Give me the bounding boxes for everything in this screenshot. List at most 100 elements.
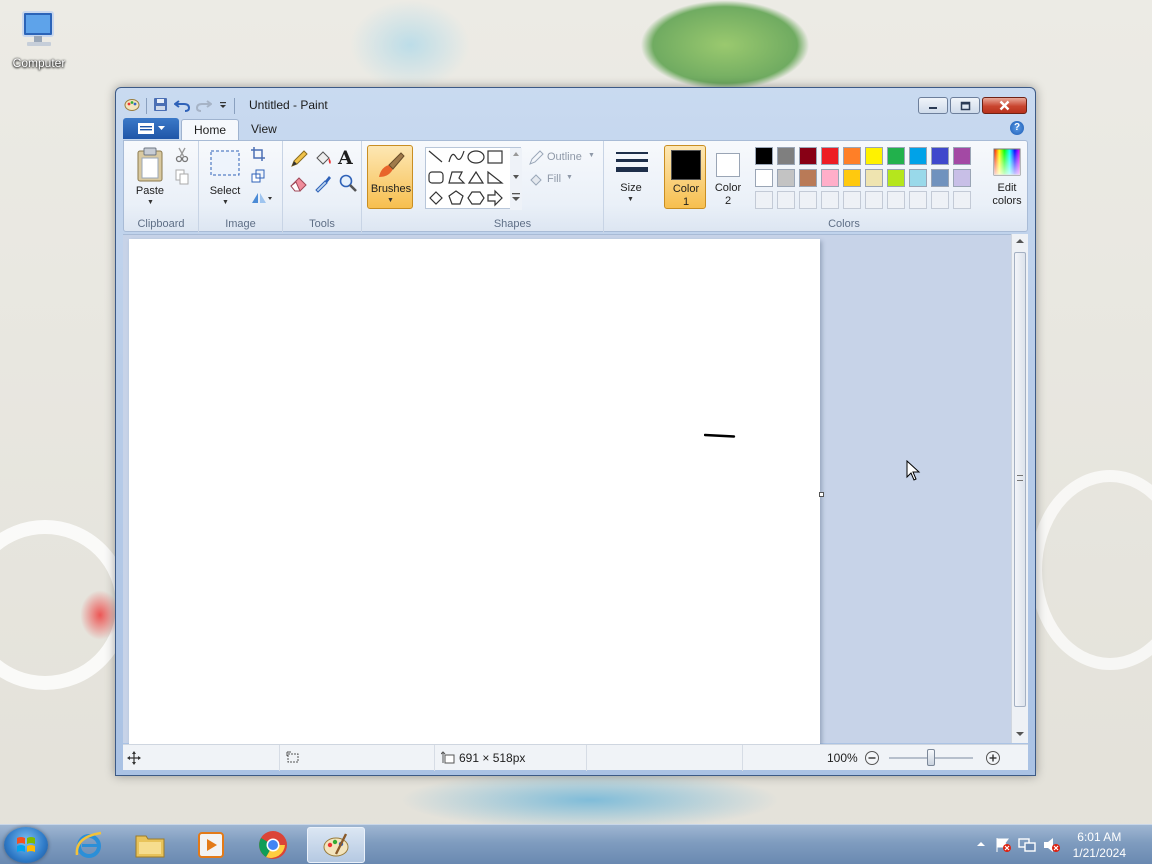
palette-swatch[interactable] [799,147,817,165]
line-shape-icon[interactable] [428,150,443,163]
custom-color-slot[interactable] [799,191,817,209]
tab-view[interactable]: View [239,119,289,141]
zoom-in-icon[interactable] [985,750,1001,766]
paint-app-icon[interactable] [124,96,140,115]
select-button[interactable] [209,149,241,180]
zoom-slider-thumb[interactable] [927,749,935,766]
scroll-down-icon[interactable] [1016,731,1024,737]
curve-shape-icon[interactable] [448,150,465,163]
palette-swatch[interactable] [755,147,773,165]
show-hidden-icons-icon[interactable] [977,841,985,847]
minimize-button[interactable] [918,97,948,114]
title-bar[interactable]: Untitled - Paint [116,88,1035,120]
palette-swatch[interactable] [887,169,905,187]
customize-qa-icon[interactable] [218,99,228,113]
resize-icon[interactable] [251,169,265,186]
palette-swatch[interactable] [843,169,861,187]
palette-swatch[interactable] [953,169,971,187]
palette-swatch[interactable] [777,147,795,165]
restore-button[interactable] [950,97,980,114]
copy-icon[interactable] [175,169,189,188]
cut-icon[interactable] [175,147,189,166]
brushes-button[interactable]: Brushes ▼ [367,145,413,209]
start-button[interactable] [4,827,48,863]
hexagon-shape-icon[interactable] [467,191,485,205]
custom-color-slot[interactable] [755,191,773,209]
zoom-out-icon[interactable] [864,750,880,766]
redo-icon[interactable] [195,97,213,115]
custom-color-slot[interactable] [777,191,795,209]
palette-swatch[interactable] [887,147,905,165]
taskbar-clock[interactable]: 6:01 AM 1/21/2024 [1073,829,1126,861]
palette-swatch[interactable] [843,147,861,165]
scroll-up-icon[interactable] [1016,238,1024,244]
select-dropdown-icon[interactable]: ▼ [222,199,229,206]
custom-color-slot[interactable] [953,191,971,209]
custom-color-slot[interactable] [887,191,905,209]
drawing-canvas[interactable] [129,239,820,744]
palette-swatch[interactable] [931,169,949,187]
network-icon[interactable] [1018,837,1036,853]
edit-colors-button[interactable]: Edit colors [987,145,1027,209]
taskbar-file-explorer[interactable] [121,827,179,863]
size-group: Size ▼ [604,141,659,233]
palette-swatch[interactable] [865,169,883,187]
palette-swatch[interactable] [931,147,949,165]
paste-dropdown-icon[interactable]: ▼ [147,199,154,206]
paste-button[interactable] [134,147,166,186]
custom-color-slot[interactable] [843,191,861,209]
palette-swatch[interactable] [909,147,927,165]
palette-swatch[interactable] [821,169,839,187]
arrow-shape-icon[interactable] [487,189,503,207]
crop-icon[interactable] [251,147,265,164]
color1-button[interactable]: Color 1 [664,145,706,209]
palette-swatch[interactable] [821,147,839,165]
taskbar-internet-explorer[interactable] [60,827,118,863]
triangle-shape-icon[interactable] [467,170,485,184]
fill-button[interactable]: Fill ▼ [526,171,586,189]
shapes-gallery[interactable] [425,147,522,210]
magnifier-icon[interactable] [338,173,358,196]
help-icon[interactable]: ? [1010,121,1024,135]
custom-color-slot[interactable] [821,191,839,209]
rounded-rectangle-shape-icon[interactable] [428,171,444,184]
scrollbar-thumb[interactable] [1014,252,1026,707]
vertical-scrollbar[interactable] [1011,234,1028,743]
palette-swatch[interactable] [755,169,773,187]
color2-button[interactable]: Color 2 [707,145,749,209]
volume-muted-icon[interactable] [1043,837,1061,853]
right-triangle-shape-icon[interactable] [487,170,504,184]
taskbar-paint[interactable] [307,827,365,863]
pencil-icon[interactable] [289,149,309,172]
close-button[interactable] [982,97,1027,114]
undo-icon[interactable] [173,97,191,115]
paint-menu-button[interactable] [123,118,179,139]
palette-swatch[interactable] [799,169,817,187]
rotate-icon[interactable] [250,191,272,208]
canvas-resize-handle[interactable] [819,492,824,497]
size-button[interactable]: Size ▼ [610,145,652,209]
action-center-icon[interactable] [994,837,1012,853]
diamond-shape-icon[interactable] [429,191,443,205]
custom-color-slot[interactable] [931,191,949,209]
pentagon-shape-icon[interactable] [448,190,464,205]
custom-color-slot[interactable] [909,191,927,209]
polygon-shape-icon[interactable] [448,171,466,184]
rectangle-shape-icon[interactable] [487,150,503,164]
taskbar-media-player[interactable] [182,827,240,863]
save-icon[interactable] [153,97,168,115]
custom-color-slot[interactable] [865,191,883,209]
palette-swatch[interactable] [909,169,927,187]
palette-swatch[interactable] [953,147,971,165]
text-tool-icon[interactable]: A [338,147,353,169]
oval-shape-icon[interactable] [467,150,485,164]
eraser-icon[interactable] [289,173,309,196]
computer-desktop-icon[interactable]: Computer [6,8,72,70]
palette-swatch[interactable] [865,147,883,165]
taskbar-chrome[interactable] [244,827,302,863]
color-picker-icon[interactable] [313,173,333,196]
tab-home[interactable]: Home [181,119,240,141]
palette-swatch[interactable] [777,169,795,187]
outline-button[interactable]: Outline ▼ [526,149,600,167]
fill-bucket-icon[interactable] [313,149,333,172]
